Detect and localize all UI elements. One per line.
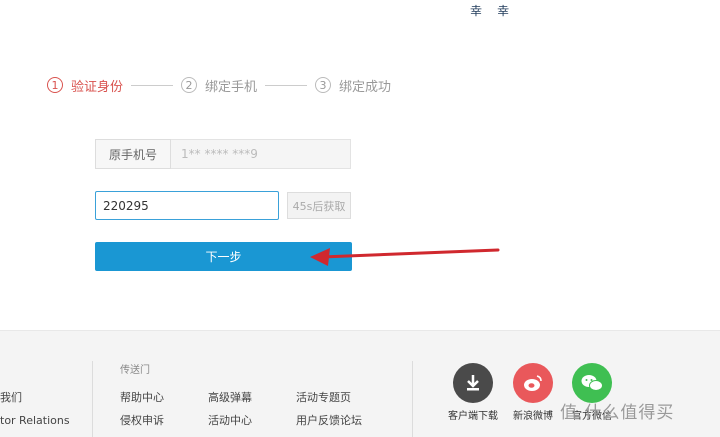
progress-steps: 1 验证身份 2 绑定手机 3 绑定成功: [47, 74, 391, 96]
step-connector: [265, 84, 308, 86]
step-label-1: 验证身份: [71, 79, 124, 95]
footer-link-advanced-danmaku[interactable]: 高级弹幕: [208, 386, 296, 409]
footer-links-title: 传送门: [120, 365, 150, 376]
logo-glyph-1: 幸: [470, 4, 483, 18]
footer-divider: [92, 361, 93, 437]
original-phone-row: 原手机号 1** **** ***9: [95, 139, 351, 169]
footer-about-us-link[interactable]: 我们: [0, 386, 70, 409]
step-number-3: 3: [315, 77, 332, 93]
step-verify-identity: 1 验证身份: [47, 76, 123, 95]
step-bind-phone: 2 绑定手机: [181, 76, 257, 95]
logo-glyph-2: 幸: [497, 4, 510, 18]
step-number-2: 2: [181, 77, 198, 93]
step-connector: [131, 84, 174, 86]
annotation-arrow: [310, 248, 500, 266]
original-phone-value: 1** **** ***9: [171, 139, 351, 169]
download-icon[interactable]: [453, 363, 493, 403]
footer-about-links: 我们 tor Relations: [0, 386, 70, 432]
footer-link-event-topics[interactable]: 活动专题页: [296, 386, 390, 409]
step-number-1: 1: [47, 77, 63, 93]
weibo-icon[interactable]: [513, 363, 553, 403]
step-bind-success: 3 绑定成功: [315, 76, 391, 95]
step-label-2: 绑定手机: [205, 79, 258, 95]
watermark-text: 值 什么值得买: [560, 403, 675, 423]
original-phone-label: 原手机号: [95, 139, 171, 169]
wechat-icon[interactable]: [572, 363, 612, 403]
footer-investor-relations-link[interactable]: tor Relations: [0, 409, 70, 432]
step-label-3: 绑定成功: [339, 79, 392, 95]
footer-link-help-center[interactable]: 帮助中心: [120, 386, 208, 409]
footer-link-copyright-appeal[interactable]: 侵权申诉: [120, 409, 208, 432]
resend-code-button[interactable]: 45s后获取: [287, 192, 351, 219]
verification-code-input[interactable]: [95, 191, 279, 220]
footer-link-event-center[interactable]: 活动中心: [208, 409, 296, 432]
footer-divider: [412, 361, 413, 437]
header-logo-fragment: 幸 幸: [470, 0, 519, 19]
footer-link-feedback-forum[interactable]: 用户反馈论坛: [296, 409, 390, 432]
footer-portal-links: 帮助中心 高级弹幕 活动专题页 侵权申诉 活动中心 用户反馈论坛: [120, 386, 390, 432]
